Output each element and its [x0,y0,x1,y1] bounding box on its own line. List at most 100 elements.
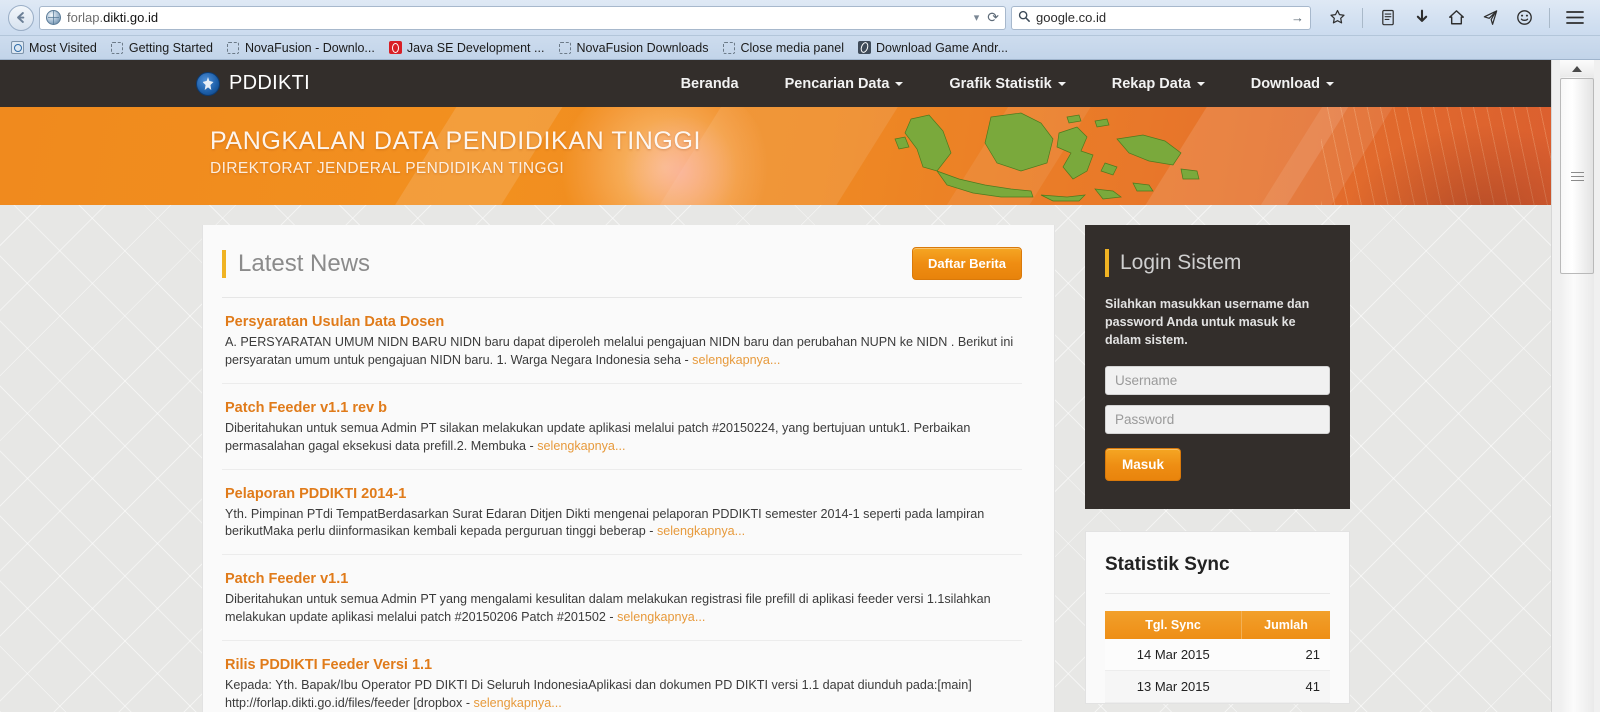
nav-item-pencarian-data[interactable]: Pencarian Data [762,76,927,92]
dotted-placeholder-icon [722,41,735,54]
news-item-body: Diberitahukan untuk semua Admin PT silak… [225,420,1022,456]
bookmark-label: NovaFusion Downloads [576,40,709,55]
brand-name: PDDIKTI [229,72,310,94]
scrollbar-thumb[interactable] [1560,78,1594,274]
site-globe-icon [46,10,61,25]
sidebar: Login Sistem Silahkan masukkan username … [1085,225,1350,705]
toolbar-divider [1362,7,1363,28]
bookmark-close-media-panel[interactable]: Close media panel [715,41,851,55]
search-icon [1018,10,1030,25]
news-item-body: Diberitahukan untuk semua Admin PT yang … [225,591,1022,627]
nav-item-download[interactable]: Download [1228,76,1357,92]
web-page: PDDIKTI Beranda Pencarian Data Grafik St… [0,60,1551,712]
bookmark-label: Most Visited [29,40,97,55]
hero-subtitle: DIREKTORAT JENDERAL PENDIDIKAN TINGGI [210,160,565,177]
bookmark-star-icon[interactable] [1328,9,1346,27]
opera-red-icon [388,41,402,54]
dotted-placeholder-icon [111,41,124,54]
hero-banner: PANGKALAN DATA PENDIDIKAN TINGGI DIREKTO… [0,107,1551,205]
login-panel: Login Sistem Silahkan masukkan username … [1085,225,1350,510]
table-row: 14 Mar 2015 21 [1105,639,1330,672]
bookmark-label: Close media panel [740,40,844,55]
reload-icon[interactable]: ⟳ [987,9,999,26]
scroll-up-arrow-icon[interactable] [1560,60,1594,77]
site-brand[interactable]: PDDIKTI [196,71,310,96]
chevron-down-icon[interactable]: ▾ [974,11,980,24]
address-bar[interactable]: forlap.dikti.go.id ▾ ⟳ [39,5,1006,30]
nav-label: Rekap Data [1111,75,1191,92]
cell-date: 14 Mar 2015 [1105,639,1242,672]
news-item-title[interactable]: Pelaporan PDDIKTI 2014-1 [225,486,1022,502]
news-list-item: Rilis PDDIKTI Feeder Versi 1.1 Kepada: Y… [222,641,1022,712]
bookmark-label: Getting Started [128,40,213,55]
news-list-item: Patch Feeder v1.1 rev b Diberitahukan un… [222,384,1022,470]
most-visited-icon [11,41,24,54]
news-item-body: Kepada: Yth. Bapak/Ibu Operator PD DIKTI… [225,677,1022,712]
table-header-row: Tgl. Sync Jumlah [1105,611,1330,640]
latest-news-heading: Latest News [238,249,371,277]
login-heading: Login Sistem [1120,251,1242,274]
news-panel-header: Latest News Daftar Berita [222,247,1022,298]
selengkapnya-link[interactable]: selengkapnya... [657,524,745,538]
selengkapnya-link[interactable]: selengkapnya... [474,696,562,710]
cell-count: 41 [1241,670,1330,704]
news-item-excerpt: Diberitahukan untuk semua Admin PT yang … [225,592,991,625]
news-item-title[interactable]: Persyaratan Usulan Data Dosen [225,314,1022,330]
masuk-button[interactable]: Masuk [1105,448,1182,482]
bookmarks-bar: Most Visited Getting Started NovaFusion … [0,35,1600,59]
bookmark-java-se-development[interactable]: Java SE Development ... [382,41,552,55]
nav-item-grafik-statistik[interactable]: Grafik Statistik [926,76,1088,92]
main-menu: Beranda Pencarian Data Grafik Statistik … [658,76,1357,92]
bookmark-most-visited[interactable]: Most Visited [4,41,104,55]
arrow-right-icon[interactable]: → [1291,10,1304,25]
nav-label: Beranda [680,75,739,92]
hero-decorative-art [1321,107,1551,205]
column-header-jumlah: Jumlah [1241,611,1330,640]
news-item-title[interactable]: Rilis PDDIKTI Feeder Versi 1.1 [225,657,1022,673]
news-list-item: Pelaporan PDDIKTI 2014-1 Yth. Pimpinan P… [222,470,1022,556]
bookmark-download-game-andr[interactable]: Download Game Andr... [851,41,1015,55]
news-item-body: A. PERSYARATAN UMUM NIDN BARU NIDN baru … [225,334,1022,370]
browser-toolbar: forlap.dikti.go.id ▾ ⟳ google.co.id → [0,0,1600,35]
search-bar[interactable]: google.co.id → [1011,5,1311,30]
browser-viewport: PDDIKTI Beranda Pencarian Data Grafik St… [0,60,1600,712]
toolbar-divider-2 [1549,7,1550,28]
back-arrow-icon[interactable] [8,4,34,31]
statistik-sync-panel: Statistik Sync Tgl. Sync Jumlah 14 Mar 2… [1085,531,1350,705]
nav-item-beranda[interactable]: Beranda [658,76,762,92]
news-item-excerpt: Kepada: Yth. Bapak/Ibu Operator PD DIKTI… [225,678,972,710]
bookmark-novafusion-downloads[interactable]: NovaFusion Downloads [551,41,715,55]
statistik-sync-heading: Statistik Sync [1105,554,1330,595]
home-icon[interactable] [1447,9,1465,27]
vertical-scrollbar[interactable] [1551,60,1600,712]
news-item-body: Yth. Pimpinan PTdi TempatBerdasarkan Sur… [225,506,1022,542]
daftar-berita-button[interactable]: Daftar Berita [911,247,1022,280]
opera-dark-icon [858,41,871,54]
column-header-tgl-sync: Tgl. Sync [1105,611,1242,640]
news-item-title[interactable]: Patch Feeder v1.1 rev b [225,400,1022,416]
news-item-title[interactable]: Patch Feeder v1.1 [225,571,1022,587]
hamburger-menu-icon[interactable] [1566,9,1584,27]
selengkapnya-link[interactable]: selengkapnya... [617,610,705,624]
bookmark-label: Download Game Andr... [876,40,1009,55]
hero-title: PANGKALAN DATA PENDIDIKAN TINGGI [210,127,702,155]
bookmark-getting-started[interactable]: Getting Started [104,41,220,55]
send-tab-icon[interactable] [1481,9,1499,27]
nav-item-rekap-data[interactable]: Rekap Data [1089,76,1228,92]
hero-text: PANGKALAN DATA PENDIDIKAN TINGGI DIREKTO… [210,127,701,178]
table-row: 13 Mar 2015 41 [1105,670,1330,704]
scrollbar-grip-icon [1570,171,1584,181]
selengkapnya-link[interactable]: selengkapnya... [537,439,625,453]
address-bar-url: forlap.dikti.go.id [67,10,159,25]
username-input[interactable] [1105,366,1330,396]
chevron-down-icon [895,81,904,86]
pddikti-emblem-icon [196,71,220,96]
reading-list-icon[interactable] [1379,9,1397,27]
selengkapnya-link[interactable]: selengkapnya... [692,353,780,367]
search-input-value[interactable]: google.co.id [1036,10,1285,25]
password-input[interactable] [1105,405,1330,435]
site-navbar: PDDIKTI Beranda Pencarian Data Grafik St… [0,60,1551,107]
downloads-icon[interactable] [1413,9,1431,27]
bookmark-novafusion-downlo[interactable]: NovaFusion - Downlo... [220,41,382,55]
feedback-smiley-icon[interactable] [1515,9,1533,27]
